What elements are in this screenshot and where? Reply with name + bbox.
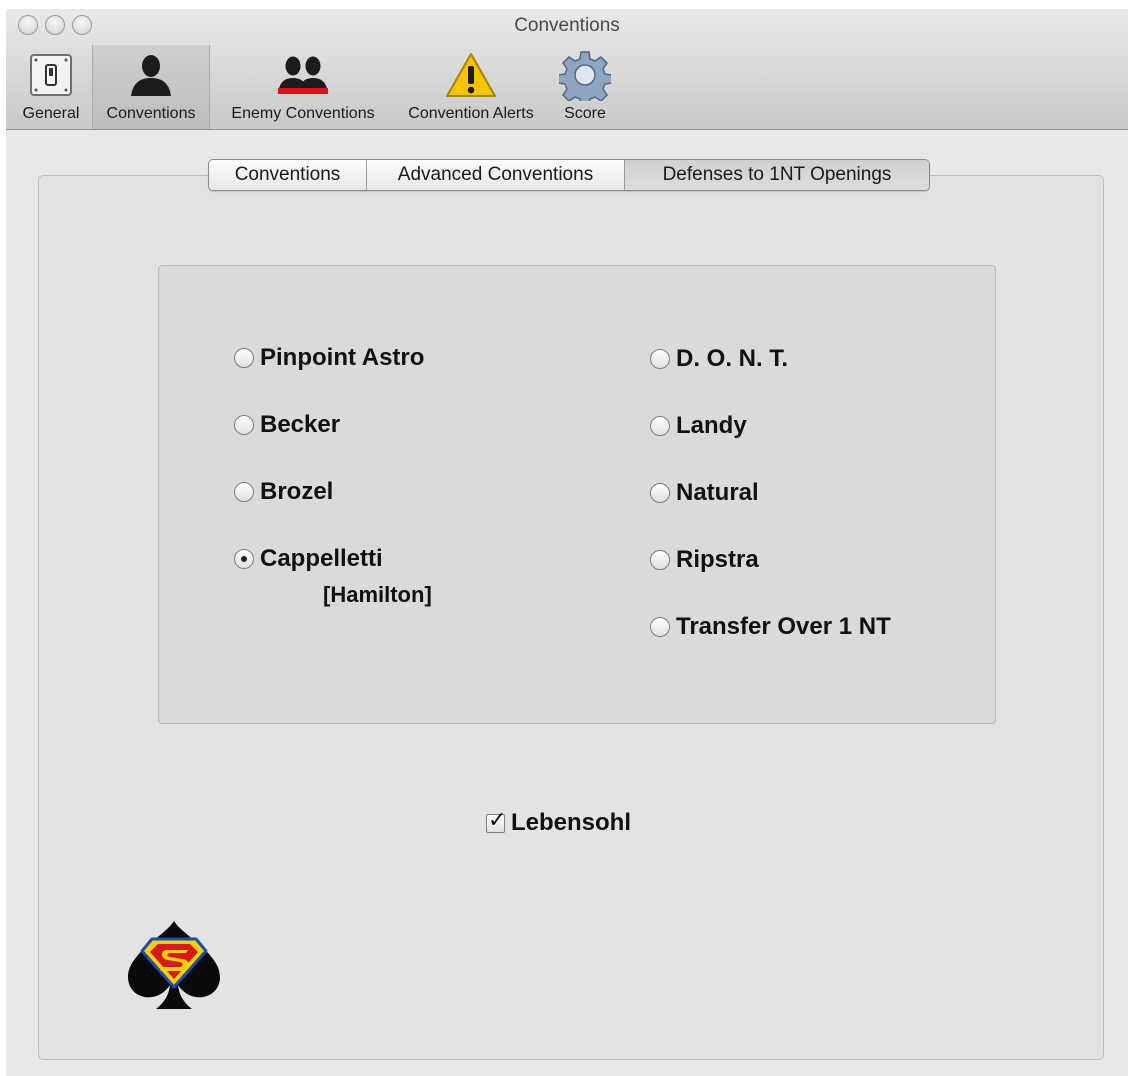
option-brozel[interactable]: Brozel xyxy=(234,478,333,506)
option-becker[interactable]: Becker xyxy=(234,411,340,439)
superman-spade-logo xyxy=(122,917,226,1017)
gear-icon xyxy=(557,47,613,103)
radio-button[interactable] xyxy=(650,550,670,570)
radio-button[interactable] xyxy=(650,483,670,503)
option-label: Ripstra xyxy=(676,546,759,573)
tab-defenses-to-1nt-openings[interactable]: Defenses to 1NT Openings xyxy=(625,160,929,190)
toolbar-item-enemy-conventions[interactable]: Enemy Conventions xyxy=(214,45,392,129)
option-label: Cappelletti xyxy=(260,545,383,572)
radio-button[interactable] xyxy=(650,617,670,637)
lebensohl-label: Lebensohl xyxy=(511,809,632,836)
option-label: Transfer Over 1 NT xyxy=(676,613,891,640)
radio-button[interactable] xyxy=(650,349,670,369)
radio-button[interactable] xyxy=(650,416,670,436)
option-label: Becker xyxy=(260,411,341,438)
tab-advanced-conventions[interactable]: Advanced Conventions xyxy=(367,160,625,190)
radio-button[interactable] xyxy=(234,549,254,569)
toolbar-label: Convention Alerts xyxy=(408,105,534,122)
toolbar-item-convention-alerts[interactable]: Convention Alerts xyxy=(392,45,550,129)
lebensohl-checkbox-row[interactable]: ✓ Lebensohl xyxy=(486,807,632,837)
toolbar-item-conventions[interactable]: Conventions xyxy=(92,45,210,129)
option-label: Landy xyxy=(676,412,747,439)
toolbar-label: Score xyxy=(564,105,606,122)
option-pinpoint-astro[interactable]: Pinpoint Astro xyxy=(234,344,424,372)
toolbar-label: General xyxy=(22,105,80,122)
toolbar-label: Conventions xyxy=(106,105,196,122)
checkmark-icon: ✓ xyxy=(488,806,507,832)
lebensohl-checkbox[interactable]: ✓ xyxy=(486,807,506,833)
radio-button[interactable] xyxy=(234,482,254,502)
tab-conventions[interactable]: Conventions xyxy=(209,160,367,190)
option-label: Brozel xyxy=(260,478,334,505)
preferences-window: Conventions General Conventions Enemy Co… xyxy=(6,9,1128,1076)
window-title: Conventions xyxy=(514,15,620,36)
tab-bar: Conventions Advanced Conventions Defense… xyxy=(208,159,930,191)
option-transfer-over-1nt[interactable]: Transfer Over 1 NT xyxy=(650,613,891,641)
option-landy[interactable]: Landy xyxy=(650,412,747,440)
option-label: D. O. N. T. xyxy=(676,345,789,372)
toolbar-item-general[interactable]: General xyxy=(12,45,90,129)
cappelletti-sublabel: [Hamilton] xyxy=(323,582,432,607)
toolbar: Conventions General Conventions Enemy Co… xyxy=(6,9,1128,130)
option-label: Natural xyxy=(676,479,759,506)
option-dont[interactable]: D. O. N. T. xyxy=(650,345,788,373)
warning-icon xyxy=(443,47,499,103)
option-cappelletti[interactable]: Cappelletti xyxy=(234,545,383,573)
option-label: Pinpoint Astro xyxy=(260,344,425,371)
radio-button[interactable] xyxy=(234,348,254,368)
option-ripstra[interactable]: Ripstra xyxy=(650,546,759,574)
two-people-icon xyxy=(275,47,331,103)
toolbar-item-score[interactable]: Score xyxy=(552,45,618,129)
radio-button[interactable] xyxy=(234,415,254,435)
toolbar-label: Enemy Conventions xyxy=(231,105,375,122)
person-icon xyxy=(123,47,179,103)
switch-icon xyxy=(23,47,79,103)
option-natural[interactable]: Natural xyxy=(650,479,759,507)
